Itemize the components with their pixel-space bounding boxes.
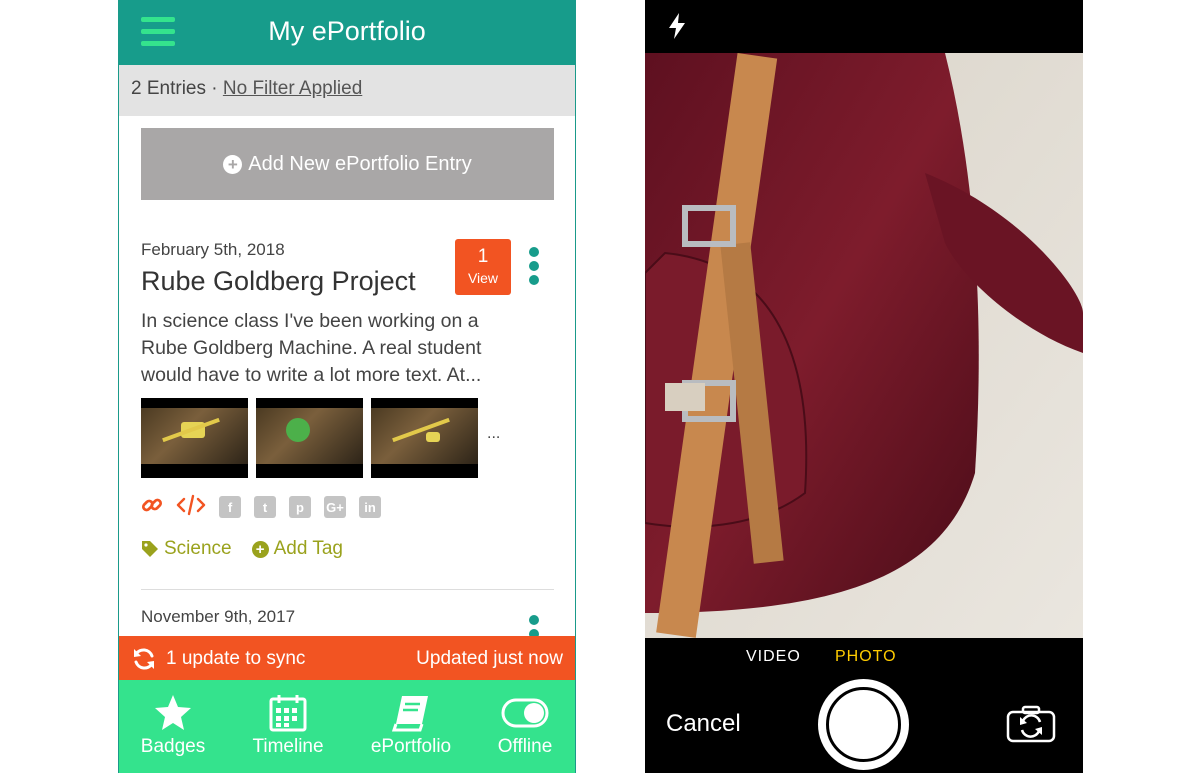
pinterest-icon[interactable]: p bbox=[289, 496, 311, 518]
backpack-photo bbox=[645, 53, 1083, 638]
tags-row: Science + Add Tag bbox=[141, 538, 363, 560]
entry-divider bbox=[141, 589, 554, 590]
eportfolio-screen: My ePortfolio 2 Entries · No Filter Appl… bbox=[118, 0, 576, 773]
sync-button[interactable]: 1 update to sync bbox=[131, 647, 305, 671]
share-row: f t p G+ in bbox=[141, 494, 394, 521]
tab-label: Badges bbox=[140, 736, 206, 757]
add-tag-label: Add Tag bbox=[273, 538, 343, 559]
entry-thumbnail[interactable] bbox=[371, 398, 478, 478]
mode-photo[interactable]: PHOTO bbox=[835, 648, 897, 666]
top-app-bar: My ePortfolio bbox=[119, 0, 575, 65]
calendar-icon bbox=[269, 695, 307, 732]
sync-bar: 1 update to sync Updated just now bbox=[119, 636, 575, 680]
plus-circle-icon: + bbox=[251, 540, 269, 558]
shutter-inner bbox=[826, 687, 901, 762]
sync-status: 1 update to sync bbox=[166, 648, 306, 669]
entry-more-options-icon[interactable] bbox=[527, 247, 541, 289]
mode-video[interactable]: VIDEO bbox=[746, 648, 801, 666]
tag-science[interactable]: Science bbox=[141, 538, 232, 560]
filter-separator: · bbox=[211, 78, 218, 99]
filter-bar: 2 Entries · No Filter Applied bbox=[119, 65, 575, 116]
tag-icon bbox=[142, 541, 158, 557]
camera-screen: VIDEO PHOTO Cancel bbox=[645, 0, 1083, 773]
views-count: 1 bbox=[477, 246, 489, 267]
tab-eportfolio[interactable]: ePortfolio bbox=[361, 694, 461, 758]
screenshot-stage: My ePortfolio 2 Entries · No Filter Appl… bbox=[0, 0, 1200, 773]
camera-mode-selector: VIDEO PHOTO bbox=[645, 648, 1083, 668]
tag-label: Science bbox=[164, 538, 232, 559]
add-entry-label: Add New ePortfolio Entry bbox=[248, 152, 472, 175]
linkedin-icon[interactable]: in bbox=[359, 496, 381, 518]
views-label: View bbox=[467, 270, 499, 286]
add-entry-button[interactable]: + Add New ePortfolio Entry bbox=[141, 128, 554, 200]
flash-icon[interactable] bbox=[667, 12, 687, 45]
page-title: My ePortfolio bbox=[268, 16, 426, 46]
twitter-icon[interactable]: t bbox=[254, 496, 276, 518]
add-tag-button[interactable]: + Add Tag bbox=[251, 538, 343, 560]
shutter-button[interactable] bbox=[818, 679, 909, 770]
facebook-icon[interactable]: f bbox=[219, 496, 241, 518]
sync-icon bbox=[134, 648, 154, 670]
entries-count: 2 Entries bbox=[131, 78, 206, 99]
link-icon[interactable] bbox=[141, 494, 163, 521]
views-badge[interactable]: 1 View bbox=[455, 239, 511, 295]
tab-label: Offline bbox=[497, 736, 553, 757]
bottom-tab-bar: Badges Timeline ePortfolio Offline bbox=[119, 680, 575, 773]
book-icon bbox=[392, 696, 428, 732]
tab-label: Timeline bbox=[252, 736, 324, 757]
tab-offline[interactable]: Offline bbox=[475, 694, 575, 758]
camera-flip-icon[interactable] bbox=[1006, 705, 1056, 748]
entry-description: In science class I've been working on a … bbox=[141, 310, 482, 386]
entry-thumbnail[interactable] bbox=[141, 398, 248, 478]
google-plus-icon[interactable]: G+ bbox=[324, 496, 346, 518]
entry-date: November 9th, 2017 bbox=[141, 607, 296, 626]
cancel-button[interactable]: Cancel bbox=[666, 710, 741, 738]
toggle-icon bbox=[501, 698, 549, 728]
entry-thumbnail[interactable] bbox=[256, 398, 363, 478]
entry-title[interactable]: Rube Goldberg Project bbox=[141, 266, 416, 297]
embed-icon[interactable] bbox=[176, 494, 206, 521]
plus-circle-icon: + bbox=[223, 154, 243, 174]
more-media-indicator: ... bbox=[487, 425, 501, 442]
sync-updated-time: Updated just now bbox=[416, 648, 563, 669]
star-icon bbox=[155, 695, 191, 730]
filter-link[interactable]: No Filter Applied bbox=[223, 78, 362, 99]
camera-viewfinder[interactable] bbox=[645, 53, 1083, 638]
tab-label: ePortfolio bbox=[370, 736, 452, 757]
tab-timeline[interactable]: Timeline bbox=[238, 694, 338, 758]
entry-date: February 5th, 2018 bbox=[141, 240, 285, 259]
tab-badges[interactable]: Badges bbox=[123, 694, 223, 758]
